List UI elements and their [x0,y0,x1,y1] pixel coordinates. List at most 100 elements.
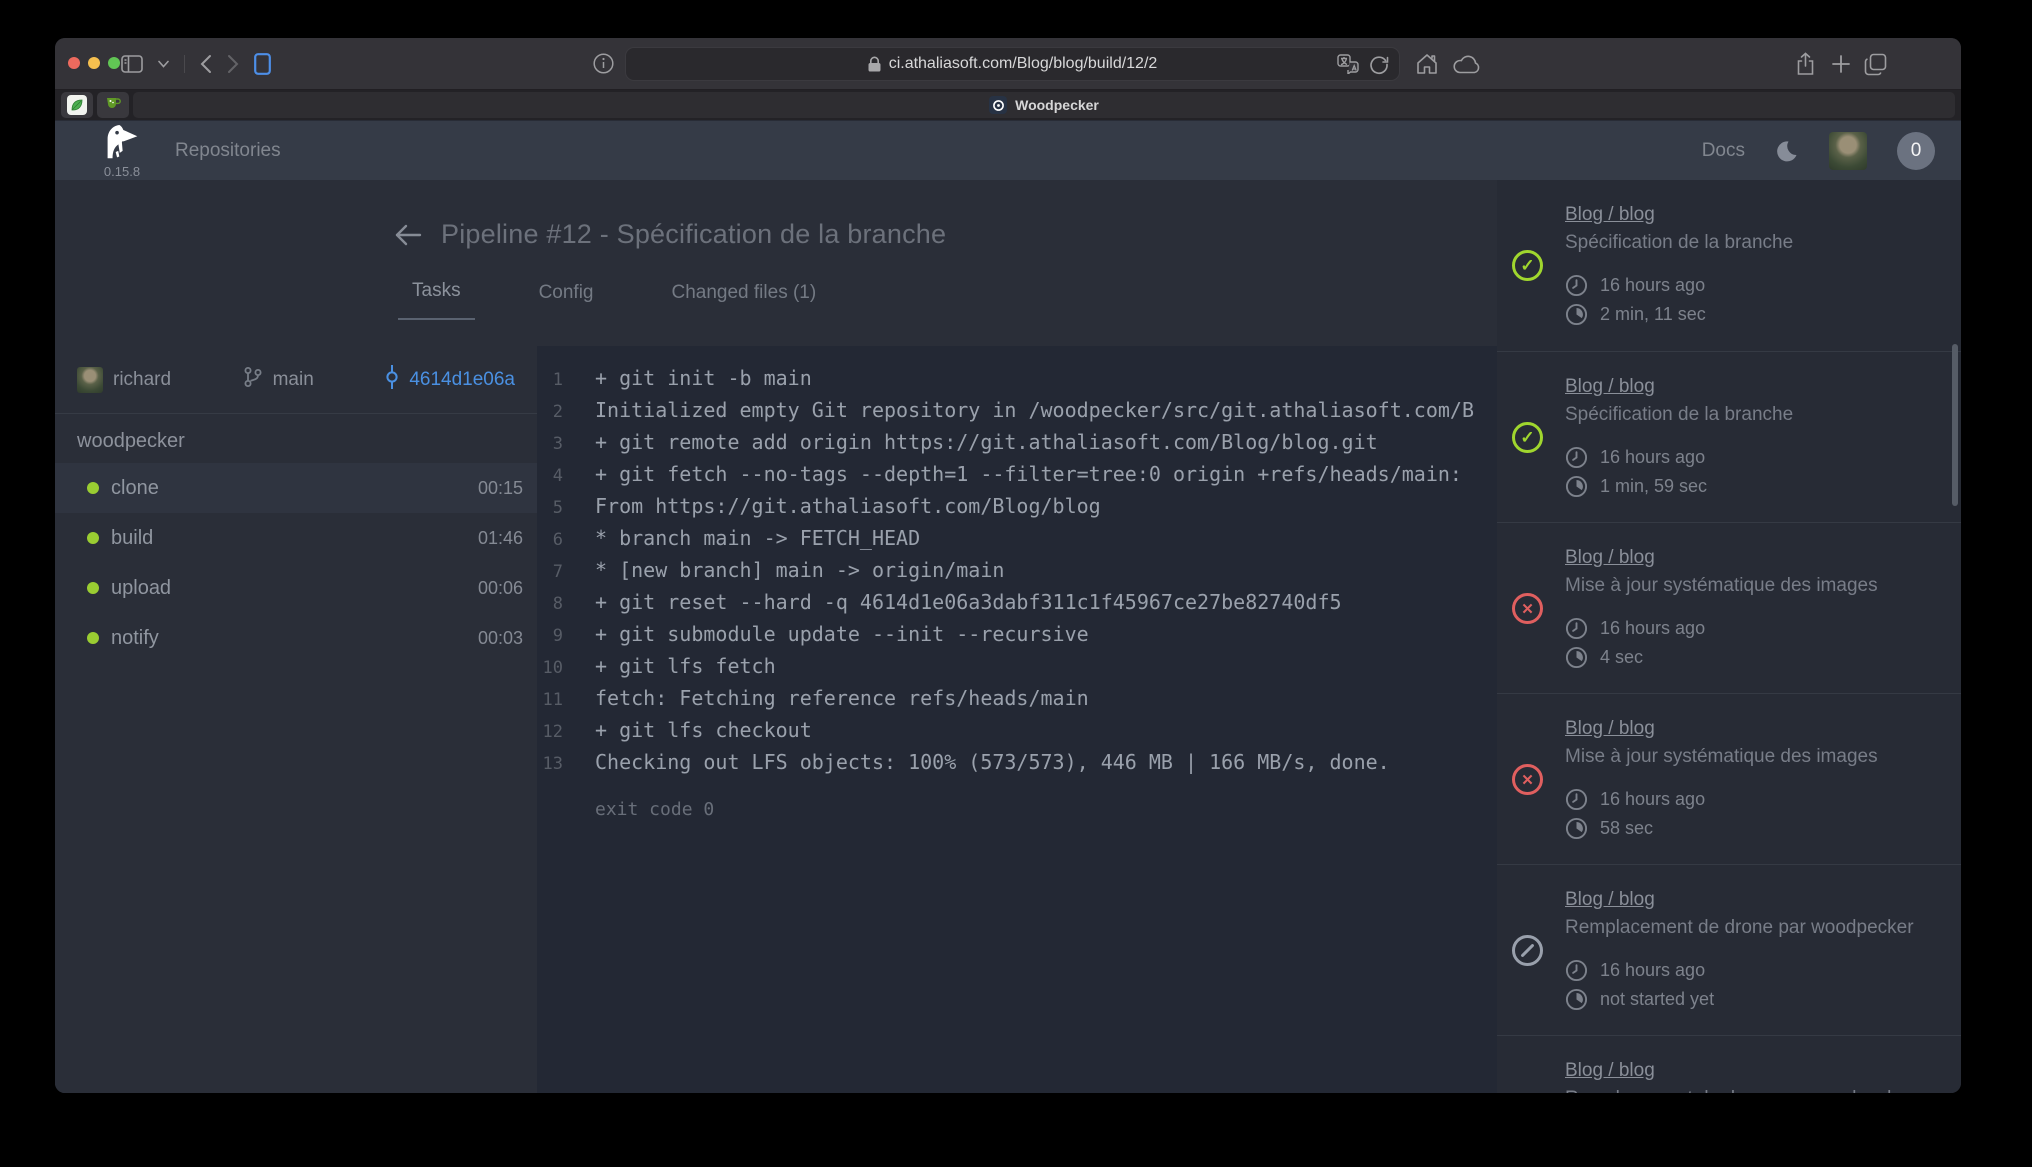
start-page-icon[interactable] [254,53,271,75]
log-line: 10+ git lfs fetch [537,651,1497,683]
build-duration-row: 58 sec [1565,814,1941,843]
log-line-number: 9 [537,621,563,651]
notification-badge[interactable]: 0 [1897,132,1935,170]
pipeline-tab[interactable]: Tasks [398,280,475,320]
woodpecker-app: 0.15.8 Repositories Docs 0 Pipeline #12 … [55,121,1961,1093]
log-line-number: 13 [537,749,563,779]
step-row[interactable]: upload 00:06 [55,563,537,613]
reload-icon[interactable] [1369,54,1389,80]
log-line-text: + git lfs checkout [595,718,812,742]
log-line-text: Initialized empty Git repository in /woo… [595,398,1474,422]
forward-icon[interactable] [227,54,239,74]
step-duration: 00:15 [478,478,523,499]
build-list-item[interactable]: Blog / blog Remplacement de drone par wo… [1497,864,1961,1035]
pinned-tab-gitea[interactable] [97,92,129,118]
address-bar[interactable]: ci.athaliasoft.com/Blog/blog/build/12/2 [625,47,1400,81]
woodpecker-logo[interactable]: 0.15.8 [91,124,153,178]
translate-icon[interactable] [1337,54,1359,79]
build-commit-message: Mise à jour systématique des images [1565,742,1941,772]
tab-title: Woodpecker [1015,97,1099,113]
minimize-window-button[interactable] [88,57,100,69]
step-name: upload [111,577,171,600]
log-line-text: + git submodule update --init --recursiv… [595,622,1089,646]
sidebar-scrollbar[interactable] [1952,344,1958,506]
clock-icon [1565,617,1588,640]
pipeline-tab[interactable]: Config [525,282,608,320]
sidebar-toggle-icon[interactable] [121,55,143,73]
build-list-item[interactable]: Blog / blog Spécification de la branche … [1497,180,1961,351]
dark-mode-toggle-moon-icon[interactable] [1775,139,1799,163]
log-line-number: 5 [537,493,563,523]
build-status-icon [1512,935,1543,966]
app-content: Pipeline #12 - Spécification de la branc… [55,180,1961,1093]
build-repo-link[interactable]: Blog / blog [1565,1058,1655,1084]
toolbar-nav-icons [121,38,271,90]
log-line-text: + git reset --hard -q 4614d1e06a3dabf311… [595,590,1342,614]
active-tab[interactable]: Woodpecker [133,92,1955,118]
build-repo-link[interactable]: Blog / blog [1565,202,1655,228]
step-list: clone 00:15 build 01:46 [55,463,537,663]
build-repo-link[interactable]: Blog / blog [1565,716,1655,742]
build-duration-text: 4 sec [1600,643,1643,672]
author-avatar [77,367,103,393]
build-time-row: 16 hours ago [1565,614,1941,643]
log-line-number: 3 [537,429,563,459]
back-icon[interactable] [200,54,212,74]
user-avatar[interactable] [1829,132,1867,170]
build-commit-message: Spécification de la branche [1565,228,1941,258]
build-list-item[interactable]: Blog / blog Mise à jour systématique des… [1497,522,1961,693]
pinned-tab-leaf[interactable] [61,92,93,118]
clock-icon [1565,446,1588,469]
build-time-row: 16 hours ago [1565,956,1941,985]
log-line-text: From https://git.athaliasoft.com/Blog/bl… [595,494,1101,518]
build-repo-link[interactable]: Blog / blog [1565,374,1655,400]
cloud-icon[interactable] [1453,38,1481,90]
home-icon[interactable] [1415,38,1439,90]
log-line-text: fetch: Fetching reference refs/heads/mai… [595,686,1089,710]
share-icon[interactable] [1796,38,1815,90]
leaf-icon [67,95,87,115]
teacup-icon [105,96,121,115]
pipeline-tab[interactable]: Changed files (1) [658,282,831,320]
step-row[interactable]: clone 00:15 [55,463,537,513]
build-list-item[interactable]: Blog / blog Remplacement de drone par wo… [1497,1035,1961,1093]
build-commit-message: Remplacement de drone par woodpecker [1565,913,1941,943]
reader-info-icon[interactable] [593,53,614,79]
build-duration-row: 4 sec [1565,643,1941,672]
build-status-icon [1512,422,1543,453]
new-tab-icon[interactable] [1831,38,1851,90]
desktop-background: ci.athaliasoft.com/Blog/blog/build/12/2 … [0,0,2032,1167]
build-repo-link[interactable]: Blog / blog [1565,887,1655,913]
browser-tab-bar: Woodpecker [55,90,1961,120]
nav-repositories-link[interactable]: Repositories [175,121,281,180]
commit-sha-link[interactable]: 4614d1e06a [409,369,515,391]
pipeline-panes: richard main 4614d1e06a [55,346,1497,1093]
docs-link[interactable]: Docs [1702,140,1745,162]
log-lines: 1+ git init -b main 2Initialized empty G… [537,363,1497,779]
build-list-item[interactable]: Blog / blog Spécification de la branche … [1497,351,1961,522]
url-text: ci.athaliasoft.com/Blog/blog/build/12/2 [889,55,1158,73]
log-output: 1+ git init -b main 2Initialized empty G… [537,346,1497,1093]
log-line: 5 From https://git.athaliasoft.com/Blog/b… [537,491,1497,523]
log-line-number: 1 [537,365,563,395]
build-time-row: 16 hours ago [1565,785,1941,814]
log-line: 11fetch: Fetching reference refs/heads/m… [537,683,1497,715]
build-time-text: 16 hours ago [1600,271,1705,300]
step-duration: 01:46 [478,528,523,549]
step-success-dot [87,632,99,644]
step-row[interactable]: notify 00:03 [55,613,537,663]
step-row[interactable]: build 01:46 [55,513,537,563]
build-repo-link[interactable]: Blog / blog [1565,545,1655,571]
back-arrow-icon[interactable] [393,222,423,248]
duration-icon [1565,817,1588,840]
browser-toolbar: ci.athaliasoft.com/Blog/blog/build/12/2 [55,38,1961,90]
zoom-window-button[interactable] [108,57,120,69]
log-line: 3+ git remote add origin https://git.ath… [537,427,1497,459]
chevron-down-icon[interactable] [158,60,169,68]
build-list-item[interactable]: Blog / blog Mise à jour systématique des… [1497,693,1961,864]
traffic-lights [68,57,120,69]
author-name: richard [113,369,171,391]
close-window-button[interactable] [68,57,80,69]
tab-overview-icon[interactable] [1864,38,1887,90]
commit-meta[interactable]: 4614d1e06a [385,365,515,395]
